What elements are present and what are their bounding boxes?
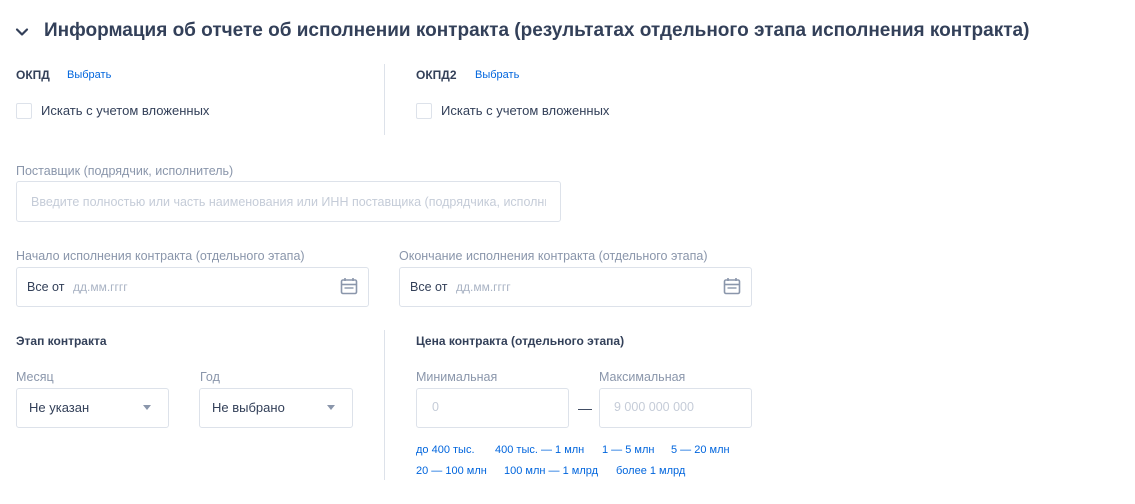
end-date-label: Окончание исполнения контракта (отдельно…	[399, 249, 708, 263]
okpd2-label: ОКПД2	[416, 68, 457, 82]
month-label: Месяц	[16, 370, 54, 384]
end-date-prefix: Все от	[410, 280, 448, 294]
start-date-label: Начало исполнения контракта (отдельного …	[16, 249, 305, 263]
price-max-label: Максимальная	[599, 370, 686, 384]
price-min-label: Минимальная	[416, 370, 498, 384]
chevron-down-icon	[143, 405, 151, 410]
divider	[384, 330, 385, 480]
okpd2-nested-label: Искать с учетом вложенных	[441, 103, 610, 118]
month-select-value: Не указан	[29, 400, 90, 415]
okpd2-nested-checkbox[interactable]	[416, 103, 432, 119]
year-select-value: Не выбрано	[212, 400, 285, 415]
price-max-placeholder: 9 000 000 000	[614, 400, 694, 414]
end-date-field[interactable]	[399, 267, 752, 307]
calendar-icon[interactable]	[340, 277, 358, 295]
start-date-placeholder: дд.мм.гггг	[73, 280, 128, 294]
chevron-down-icon	[327, 405, 335, 410]
okpd-select-link[interactable]: Выбрать	[67, 69, 111, 81]
price-min-placeholder: 0	[432, 400, 439, 414]
price-range-link[interactable]: 20 — 100 млн	[416, 465, 487, 477]
price-range-link[interactable]: 5 — 20 млн	[671, 444, 730, 456]
start-date-field[interactable]	[16, 267, 369, 307]
price-range-link[interactable]: до 400 тыс.	[416, 444, 475, 456]
year-label: Год	[200, 370, 220, 384]
stage-title: Этап контракта	[16, 334, 107, 348]
chevron-down-icon[interactable]	[14, 24, 30, 40]
calendar-icon[interactable]	[723, 277, 741, 295]
start-date-prefix: Все от	[27, 280, 65, 294]
supplier-field[interactable]	[16, 181, 561, 222]
supplier-input[interactable]	[17, 182, 560, 221]
price-range-link[interactable]: 100 млн — 1 млрд	[504, 465, 598, 477]
price-range-link[interactable]: 400 тыс. — 1 млн	[495, 444, 584, 456]
okpd2-select-link[interactable]: Выбрать	[475, 69, 519, 81]
okpd-label: ОКПД	[16, 68, 50, 82]
end-date-placeholder: дд.мм.гггг	[456, 280, 511, 294]
section-title: Информация об отчете об исполнении контр…	[44, 20, 1030, 41]
price-range-link[interactable]: 1 — 5 млн	[602, 444, 654, 456]
divider	[384, 64, 385, 135]
price-range-separator: —	[578, 400, 592, 416]
okpd-nested-checkbox[interactable]	[16, 103, 32, 119]
okpd-nested-label: Искать с учетом вложенных	[41, 103, 210, 118]
supplier-label: Поставщик (подрядчик, исполнитель)	[16, 164, 234, 178]
price-title: Цена контракта (отдельного этапа)	[416, 334, 625, 348]
price-range-link[interactable]: более 1 млрд	[616, 465, 685, 477]
